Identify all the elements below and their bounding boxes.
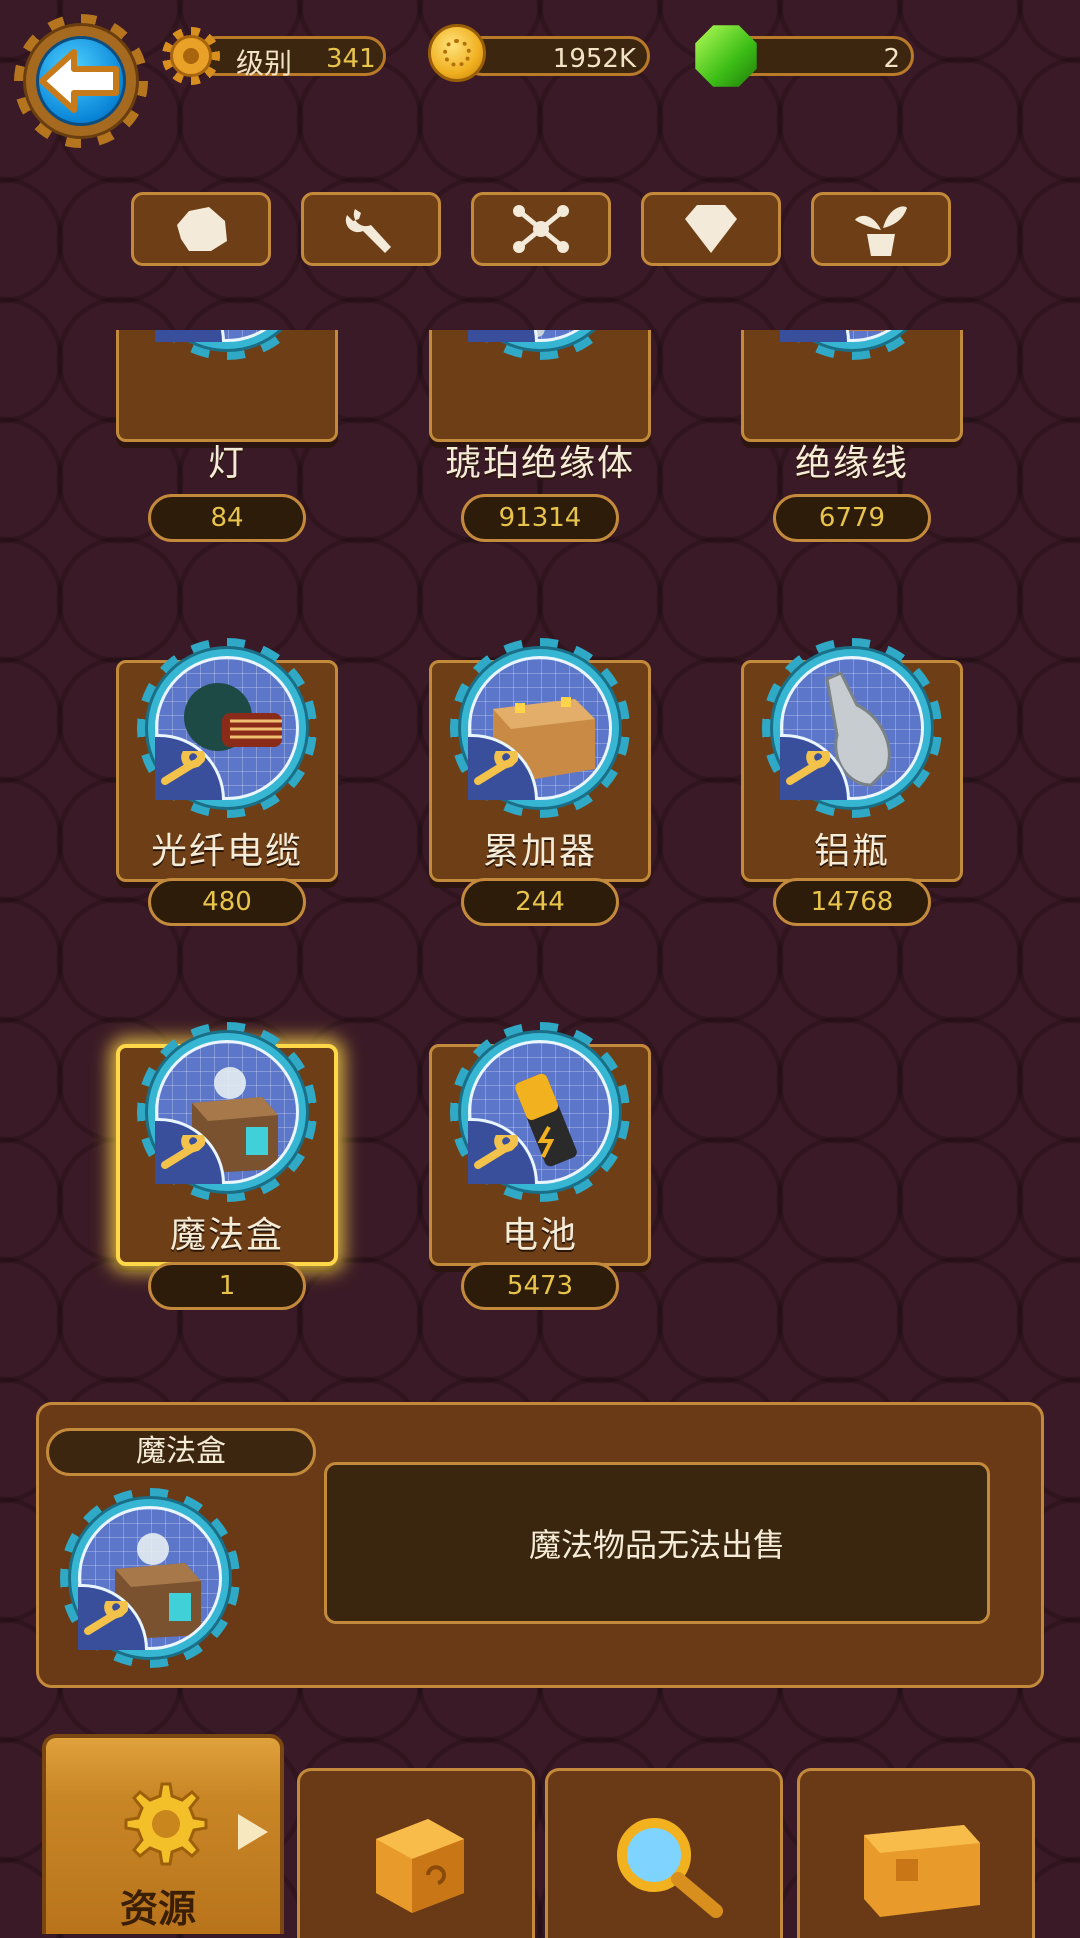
item-gear [450, 638, 630, 818]
green-gem-icon [695, 25, 757, 87]
detail-description: 魔法物品无法出售 [324, 1462, 990, 1624]
level-value: 341 [326, 44, 376, 74]
play-arrow-icon [238, 1814, 268, 1850]
item-count: 244 [461, 878, 619, 926]
item-count: 91314 [461, 494, 619, 542]
tab-tools[interactable] [301, 192, 441, 266]
item-name: 电池 [501, 1215, 578, 1256]
level-label: 级别 [236, 47, 293, 80]
nav-crafting[interactable] [297, 1768, 535, 1938]
gold-coin-icon [428, 24, 486, 82]
nav-storage[interactable] [797, 1768, 1035, 1938]
tab-plants[interactable] [811, 192, 951, 266]
item-name: 累加器 [482, 831, 597, 872]
item-gear [762, 638, 942, 818]
nav-search[interactable] [545, 1768, 783, 1938]
diamond-icon [685, 205, 737, 253]
item-count: 14768 [773, 878, 931, 926]
item-count: 6779 [773, 494, 931, 542]
nav-resources[interactable]: 资源 [42, 1734, 284, 1934]
dice-cube-icon [376, 1819, 464, 1913]
item-name: 魔法盒 [169, 1215, 284, 1256]
detail-item-gear [60, 1488, 240, 1668]
item-gear [137, 638, 317, 818]
gear-icon [124, 1782, 208, 1866]
tab-gems[interactable] [641, 192, 781, 266]
item-name: 琥珀绝缘体 [444, 443, 635, 484]
item-gear [137, 1022, 317, 1202]
item-count: 5473 [461, 1262, 619, 1310]
detail-item-name: 魔法盒 [46, 1428, 316, 1476]
molecule-icon [513, 205, 569, 253]
item-name: 光纤电缆 [150, 831, 303, 872]
detail-description-text: 魔法物品无法出售 [528, 1526, 785, 1564]
item-count: 84 [148, 494, 306, 542]
back-arrow-icon [39, 49, 119, 113]
coins-value: 1952K [552, 44, 636, 74]
plant-icon [855, 206, 907, 256]
tab-minerals[interactable] [131, 192, 271, 266]
item-grid[interactable]: 灯 84 琥珀绝缘体 91314 绝缘线 6779 光纤电缆 480 累加器 2… [0, 330, 1080, 1380]
item-name: 灯 [207, 443, 246, 484]
level-gear-icon [162, 27, 220, 85]
nav-resources-label: 资源 [120, 1887, 197, 1931]
gems-value: 2 [883, 44, 900, 74]
stone-icon [177, 207, 227, 251]
item-count: 1 [148, 1262, 306, 1310]
item-name: 铝瓶 [813, 831, 890, 872]
wrench-icon [345, 209, 391, 253]
item-count: 480 [148, 878, 306, 926]
item-gear [450, 1022, 630, 1202]
back-button[interactable] [14, 14, 148, 148]
magnifier-icon [617, 1818, 723, 1918]
treasure-chest-icon [864, 1825, 980, 1917]
tab-compounds[interactable] [471, 192, 611, 266]
item-name: 绝缘线 [794, 443, 909, 484]
